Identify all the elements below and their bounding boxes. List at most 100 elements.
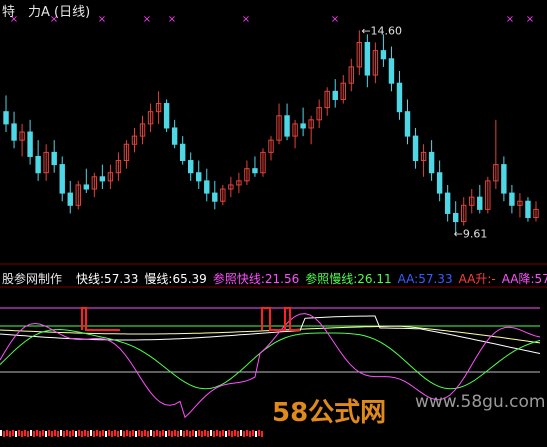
signal-marker: ×	[242, 14, 250, 25]
signal-bar	[0, 430, 2, 436]
chart-window: × × × × × × × × × ←14.60 ←9.61 特 力A (日线) 股参网制作 快线:…	[0, 0, 547, 447]
candle-body	[99, 176, 106, 182]
signal-bar	[105, 431, 107, 437]
signal-bar	[93, 431, 95, 437]
indicator-ref-fast: 参照快线:21.56	[212, 272, 300, 286]
candle-body	[388, 58, 395, 84]
candle-body	[284, 115, 290, 137]
candle-body	[404, 111, 411, 137]
signal-bar	[30, 430, 32, 436]
signal-marker: ×	[506, 14, 514, 25]
indicator-header: 股参网制作 快线:57.33 慢线:65.39 参照快线:21.56 参照慢线:…	[0, 270, 547, 287]
candle-body	[380, 50, 387, 60]
signal-bar	[45, 431, 47, 437]
signal-bar	[186, 430, 188, 436]
candle-body	[364, 41, 371, 76]
stock-title: 特 力A (日线)	[2, 1, 90, 20]
signal-bar	[216, 430, 218, 436]
signal-bar	[258, 430, 260, 436]
signal-bar	[159, 431, 161, 437]
signal-marker: ×	[331, 14, 339, 25]
signal-bar	[261, 431, 263, 437]
candle-body	[3, 111, 9, 125]
signal-bar	[138, 430, 140, 436]
signal-bar	[51, 431, 53, 437]
signal-bar	[150, 430, 152, 436]
candle-body	[525, 200, 531, 219]
signal-bar	[78, 430, 80, 436]
signal-bar	[168, 430, 170, 436]
indicator-ref-slow: 参照慢线:26.11	[305, 272, 392, 286]
indicator-slow-line: 慢线:65.39	[144, 272, 207, 286]
signal-bar	[198, 430, 200, 436]
candle-body	[501, 164, 507, 194]
signal-bar	[81, 431, 83, 437]
signal-bar	[255, 431, 257, 437]
signal-bar	[3, 431, 5, 437]
candle-body	[428, 151, 435, 174]
signal-bar	[135, 431, 137, 437]
signal-bar	[18, 430, 20, 436]
signal-bar	[114, 430, 116, 436]
signal-bar	[27, 431, 29, 437]
watermark-url: www.58gu.com	[415, 392, 546, 412]
candle-body	[27, 131, 33, 157]
candle-body	[51, 151, 57, 166]
signal-bar	[36, 430, 38, 436]
signal-bar	[99, 431, 101, 437]
signal-bar	[180, 430, 182, 436]
signal-bar	[213, 431, 215, 437]
signal-step-line	[81, 307, 300, 331]
signal-bar	[132, 430, 134, 436]
signal-bar	[66, 430, 68, 436]
signal-bar	[57, 431, 59, 437]
indicator-aa-down: AA降:57.33	[501, 272, 547, 286]
signal-bar	[63, 431, 65, 437]
candle-body	[332, 90, 338, 100]
candle-body	[412, 135, 419, 162]
signal-bar	[72, 430, 74, 436]
slow-line	[0, 328, 541, 390]
candle-body	[436, 172, 443, 194]
signal-bar	[174, 430, 176, 436]
candle-body	[477, 196, 483, 210]
signal-bar	[111, 431, 113, 437]
signal-bar	[249, 431, 251, 437]
signal-bar	[15, 431, 17, 437]
signal-bar	[123, 431, 125, 437]
signal-bar	[153, 431, 155, 437]
candle-body	[59, 164, 65, 194]
stock-title-text: 特 力A (日线)	[2, 5, 91, 20]
candle-body	[179, 143, 186, 162]
signal-bar	[240, 430, 242, 436]
signal-marker: ×	[168, 14, 176, 25]
signal-bar	[192, 430, 194, 436]
signal-bar	[252, 430, 254, 436]
signal-bar	[165, 431, 167, 437]
candle-body	[509, 192, 515, 206]
signal-bar	[207, 431, 209, 437]
signal-bar	[102, 430, 104, 436]
signal-marker: ×	[143, 14, 151, 25]
signal-bar	[12, 430, 14, 436]
signal-bar	[189, 431, 191, 437]
signal-bar	[120, 430, 122, 436]
signal-bar	[42, 430, 44, 436]
signal-bar	[231, 431, 233, 437]
candle-body	[163, 103, 170, 129]
signal-bar	[228, 430, 230, 436]
signal-bar	[162, 430, 164, 436]
signal-bar	[225, 431, 227, 437]
signal-bar	[222, 430, 224, 436]
signal-bar	[171, 431, 173, 437]
signal-bar	[117, 431, 119, 437]
signal-bar	[6, 430, 8, 436]
signal-bar	[24, 430, 26, 436]
candle-body	[171, 127, 178, 145]
chart-canvas: × × × × × × × ××←14.60←9.61	[0, 14, 547, 437]
signal-bar	[243, 431, 245, 437]
signal-bar	[54, 430, 56, 436]
candle-body	[212, 192, 218, 202]
signal-bar	[129, 431, 131, 437]
low-price-label: ←9.61	[454, 227, 488, 240]
